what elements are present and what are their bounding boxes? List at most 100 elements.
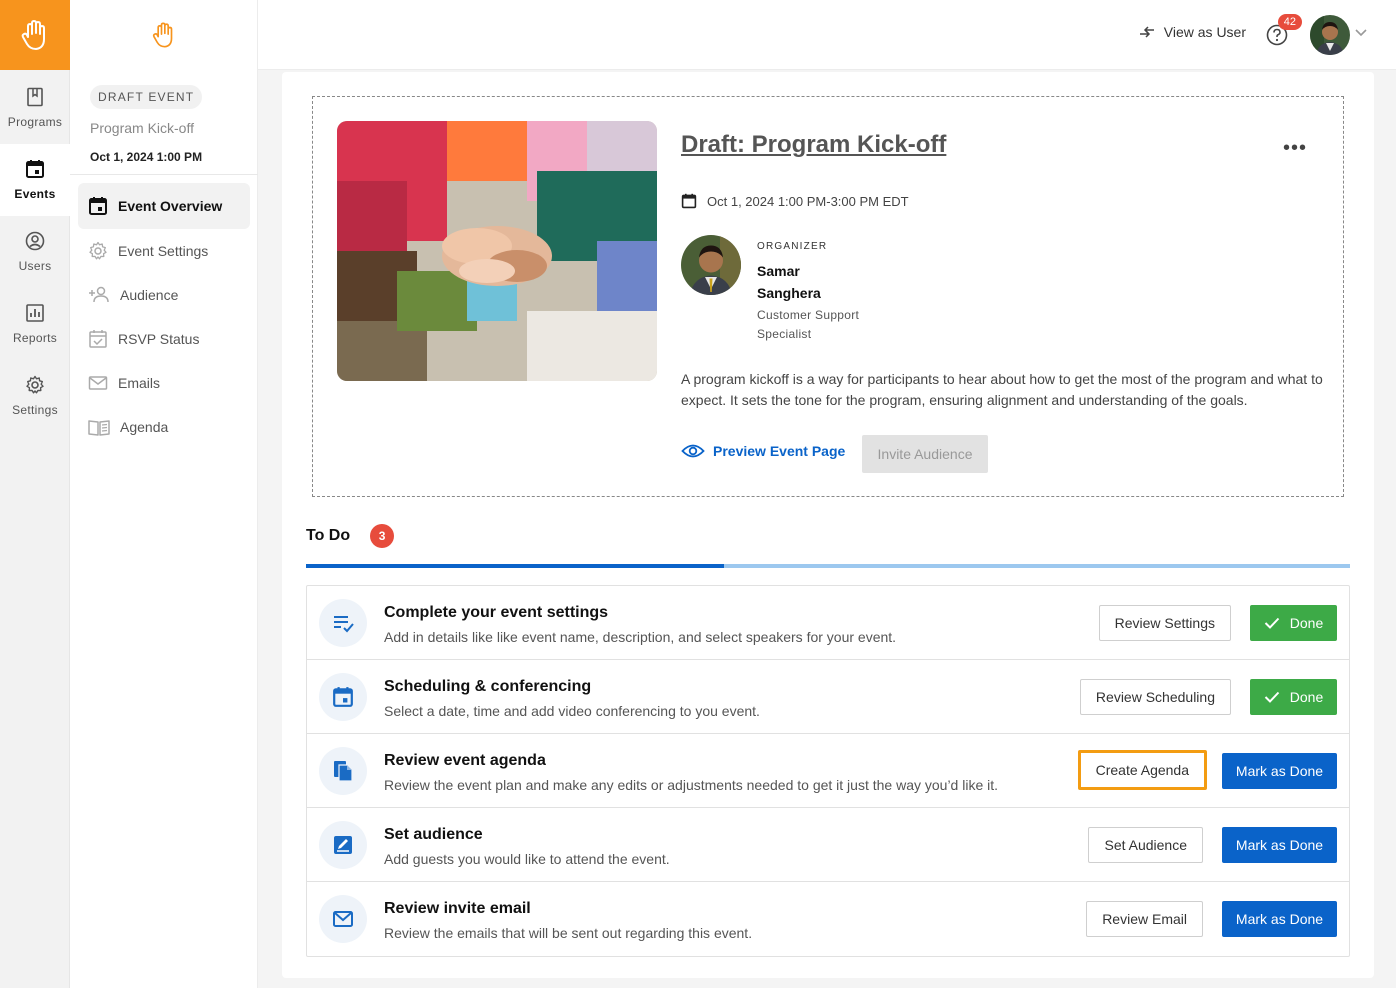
chevron-down-icon[interactable]	[1354, 28, 1368, 38]
eye-icon	[681, 444, 705, 458]
primary-rail: Programs Events Users Reports Settings	[0, 0, 70, 988]
set-audience-button[interactable]: Set Audience	[1088, 827, 1203, 863]
book-open-icon	[88, 420, 110, 436]
sidebar-item-agenda[interactable]: Agenda	[78, 405, 250, 449]
event-description: A program kickoff is a way for participa…	[681, 371, 1323, 408]
rail-item-label: Events	[14, 187, 56, 201]
done-label: Done	[1289, 615, 1324, 631]
todo-progress-fill	[306, 564, 724, 568]
preview-event-page-label: Preview Event Page	[713, 443, 846, 459]
rail-item-settings[interactable]: Settings	[0, 360, 70, 432]
task-row: Review invite email Review the emails th…	[307, 882, 1349, 956]
organizer-avatar	[681, 235, 741, 295]
list-check-icon	[319, 599, 367, 647]
organizer-role: Customer Support Specialist	[757, 308, 860, 341]
hand-icon	[21, 20, 45, 50]
sidebar-item-event-settings[interactable]: Event Settings	[78, 229, 250, 273]
sidebar-item-event-overview[interactable]: Event Overview	[78, 183, 250, 229]
sidebar-item-rsvp-status[interactable]: RSVP Status	[78, 317, 250, 361]
avatar[interactable]	[1310, 15, 1350, 55]
event-title-link[interactable]: Draft: Program Kick-off	[681, 131, 946, 159]
book-icon	[27, 87, 43, 107]
sidebar-item-label: Event Overview	[118, 198, 223, 214]
event-summary-card: Draft: Program Kick-off ••• Oct 1, 2024 …	[312, 96, 1344, 497]
task-row: Set audience Add guests you would like t…	[307, 808, 1349, 882]
sidebar-item-emails[interactable]: Emails	[78, 361, 250, 405]
gear-icon	[89, 241, 107, 260]
mark-as-done-button[interactable]: Mark as Done	[1222, 901, 1337, 937]
organizer-label: ORGANIZER	[757, 241, 828, 252]
event-datetime-text: Oct 1, 2024 1:00 PM-3:00 PM EDT	[707, 193, 909, 209]
rail-item-label: Settings	[12, 403, 58, 417]
swap-arrows-icon	[1139, 26, 1154, 38]
sidebar-item-label: RSVP Status	[118, 331, 200, 347]
todo-progress-bar	[306, 564, 1350, 568]
todo-header: To Do 3	[306, 524, 395, 548]
mark-as-done-button[interactable]: Mark as Done	[1222, 753, 1337, 789]
sidebar-event-name: Program Kick-off	[90, 120, 194, 136]
task-title: Review event agenda	[384, 752, 546, 769]
calendar-icon	[26, 160, 44, 178]
done-button[interactable]: Done	[1250, 679, 1337, 715]
task-description: Review the event plan and make any edits…	[384, 777, 999, 793]
bar-chart-icon	[26, 304, 44, 322]
sidebar-item-audience[interactable]: Audience	[78, 273, 250, 317]
task-title: Review invite email	[384, 900, 531, 917]
review-email-button[interactable]: Review Email	[1086, 901, 1203, 937]
rail-item-events[interactable]: Events	[0, 144, 70, 216]
task-title: Scheduling & conferencing	[384, 678, 592, 695]
check-icon	[1264, 691, 1279, 703]
rail-item-users[interactable]: Users	[0, 216, 70, 288]
task-description: Add in details like like event name, des…	[384, 629, 897, 645]
event-nav: Event Overview Event Settings Audience R…	[78, 183, 250, 449]
check-icon	[1264, 617, 1279, 629]
app-logo[interactable]	[0, 0, 70, 70]
sidebar-item-label: Event Settings	[118, 243, 209, 259]
view-as-user-button[interactable]: View as User	[1138, 24, 1246, 40]
task-row: Complete your event settings Add in deta…	[307, 586, 1349, 660]
envelope-icon	[88, 376, 108, 390]
rail-item-programs[interactable]: Programs	[0, 72, 70, 144]
hand-icon	[152, 22, 172, 48]
notification-badge: 42	[1277, 14, 1302, 30]
envelope-icon	[319, 895, 367, 943]
sidebar-logo	[70, 0, 257, 70]
task-title: Set audience	[384, 826, 483, 843]
todo-count-badge: 3	[370, 524, 395, 548]
rail-item-reports[interactable]: Reports	[0, 288, 70, 360]
calendar-icon	[319, 673, 367, 721]
rail-item-label: Users	[18, 259, 52, 273]
more-options-icon[interactable]: •••	[1283, 137, 1307, 160]
top-bar: View as User 42	[258, 0, 1396, 70]
sidebar-item-label: Agenda	[120, 419, 169, 435]
event-datetime: Oct 1, 2024 1:00 PM-3:00 PM EDT	[681, 193, 909, 209]
task-row: Review event agenda Review the event pla…	[307, 734, 1349, 808]
user-circle-icon	[25, 231, 45, 251]
preview-event-page-link[interactable]: Preview Event Page	[681, 443, 845, 459]
done-button[interactable]: Done	[1250, 605, 1337, 641]
status-badge: DRAFT EVENT	[90, 85, 203, 109]
invite-audience-button[interactable]: Invite Audience	[862, 435, 988, 473]
mark-as-done-button[interactable]: Mark as Done	[1222, 827, 1337, 863]
organizer-name: Samar Sanghera	[757, 263, 821, 301]
sidebar-item-label: Emails	[118, 375, 161, 391]
sidebar-event-date: Oct 1, 2024 1:00 PM	[90, 150, 203, 164]
review-scheduling-button[interactable]: Review Scheduling	[1079, 679, 1231, 715]
divider	[70, 174, 258, 175]
create-agenda-button[interactable]: Create Agenda	[1077, 750, 1207, 790]
task-description: Add guests you would like to attend the …	[384, 851, 670, 867]
calendar-icon	[89, 197, 107, 215]
review-settings-button[interactable]: Review Settings	[1098, 605, 1231, 641]
todo-title: To Do	[306, 527, 351, 544]
edit-icon	[319, 821, 367, 869]
rail-item-label: Programs	[7, 115, 63, 129]
rail-item-label: Reports	[12, 331, 58, 345]
event-sidebar: DRAFT EVENT Program Kick-off Oct 1, 2024…	[70, 0, 258, 988]
user-photo	[1310, 15, 1350, 55]
task-list: Complete your event settings Add in deta…	[306, 585, 1350, 957]
gear-icon	[26, 375, 44, 394]
main-content: Draft: Program Kick-off ••• Oct 1, 2024 …	[282, 72, 1374, 978]
event-cover-image	[337, 121, 657, 381]
add-user-icon	[89, 286, 109, 303]
view-as-user-label: View as User	[1163, 24, 1246, 40]
